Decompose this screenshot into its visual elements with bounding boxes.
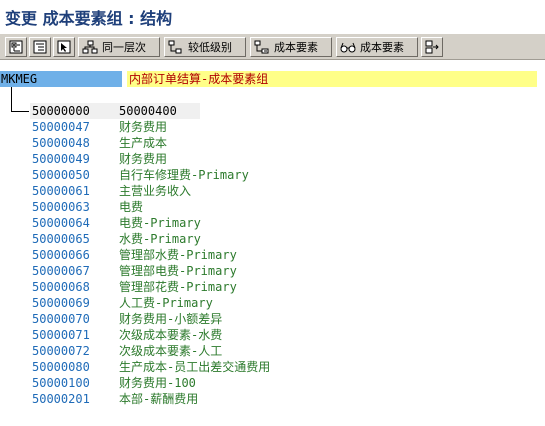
cost-element-description: 次级成本要素-人工	[119, 344, 223, 358]
cost-element-id[interactable]: 50000071	[32, 327, 116, 343]
collapse-button[interactable]	[29, 37, 51, 57]
select-button[interactable]	[53, 37, 75, 57]
cost-element-id[interactable]: 50000069	[32, 295, 116, 311]
move-button[interactable]	[421, 37, 443, 57]
cost-element-id[interactable]: 50000063	[32, 199, 116, 215]
expand-all-button[interactable]	[5, 37, 27, 57]
tree-connector	[11, 87, 12, 111]
display-cost-element-label: 成本要素	[360, 41, 404, 54]
cost-element-id[interactable]: 50000067	[32, 263, 116, 279]
window-title: 变更 成本要素组 : 结构	[5, 9, 173, 28]
display-cost-element-button[interactable]: 成本要素	[336, 37, 418, 57]
title-bar: 变更 成本要素组 : 结构	[0, 0, 545, 32]
root-node-id[interactable]: MKMEG	[0, 71, 122, 87]
cost-element-id[interactable]: 50000065	[32, 231, 116, 247]
cost-element-id[interactable]: 50000080	[32, 359, 116, 375]
cost-element-id[interactable]: 50000048	[32, 135, 116, 151]
select-icon	[57, 40, 71, 54]
cost-element-description: 自行车修理费-Primary	[119, 168, 249, 182]
cost-element-description: 电费	[119, 200, 144, 214]
cost-element-label: 成本要素	[274, 41, 318, 54]
cost-element-description: 人工费-Primary	[119, 296, 213, 310]
hierarchy-icon	[168, 40, 184, 54]
cost-element-description: 财务费用	[119, 120, 168, 134]
hierarchy-icon	[254, 40, 270, 54]
cost-element-id[interactable]: 50000070	[32, 311, 116, 327]
move-icon	[425, 40, 439, 54]
cost-element-id[interactable]: 50000049	[32, 151, 116, 167]
cost-element-id[interactable]: 50000061	[32, 183, 116, 199]
cost-element-description: 电费-Primary	[119, 216, 201, 230]
cost-element-description: 生产成本	[119, 136, 168, 150]
expand-all-icon	[9, 40, 23, 54]
cost-element-button[interactable]: 成本要素	[250, 37, 332, 57]
application-toolbar: 同一层次 较低级别 成本要素 成本要素	[0, 33, 545, 60]
root-node-description[interactable]: 内部订单结算-成本要素组	[127, 71, 537, 87]
cost-element-id[interactable]: 50000066	[32, 247, 116, 263]
cost-element-description: 管理部花费-Primary	[119, 280, 237, 294]
cost-element-id[interactable]: 50000201	[32, 391, 116, 407]
cost-element-id[interactable]: 50000064	[32, 215, 116, 231]
glasses-icon	[340, 40, 356, 54]
same-level-button[interactable]: 同一层次	[78, 37, 160, 57]
collapse-icon	[33, 40, 47, 54]
cost-element-description: 次级成本要素-水费	[119, 328, 223, 342]
cost-element-description: 水费-Primary	[119, 232, 201, 246]
cost-element-id[interactable]: 50000050	[32, 167, 116, 183]
same-level-label: 同一层次	[102, 41, 146, 54]
cost-element-description: 生产成本-员工出差交通费用	[119, 360, 271, 374]
cost-element-id[interactable]: 50000047	[32, 119, 116, 135]
tree-connector	[11, 111, 29, 112]
cost-element-description: 财务费用-小额差异	[119, 312, 223, 326]
cost-element-description: 财务费用-100	[119, 376, 196, 390]
cost-element-description: 本部-薪酬费用	[119, 392, 199, 406]
lower-level-label: 较低级别	[188, 41, 232, 54]
cost-element-id[interactable]: 50000068	[32, 279, 116, 295]
hierarchy-icon	[82, 40, 98, 54]
subnode-description[interactable]: 50000400	[119, 103, 177, 119]
subnode-id[interactable]: 50000000	[32, 103, 116, 119]
lower-level-button[interactable]: 较低级别	[164, 37, 246, 57]
cost-element-description: 管理部电费-Primary	[119, 264, 237, 278]
cost-element-description: 管理部水费-Primary	[119, 248, 237, 262]
cost-element-id[interactable]: 50000100	[32, 375, 116, 391]
cost-element-description: 财务费用	[119, 152, 168, 166]
cost-element-id[interactable]: 50000072	[32, 343, 116, 359]
cost-element-description: 主营业务收入	[119, 184, 192, 198]
